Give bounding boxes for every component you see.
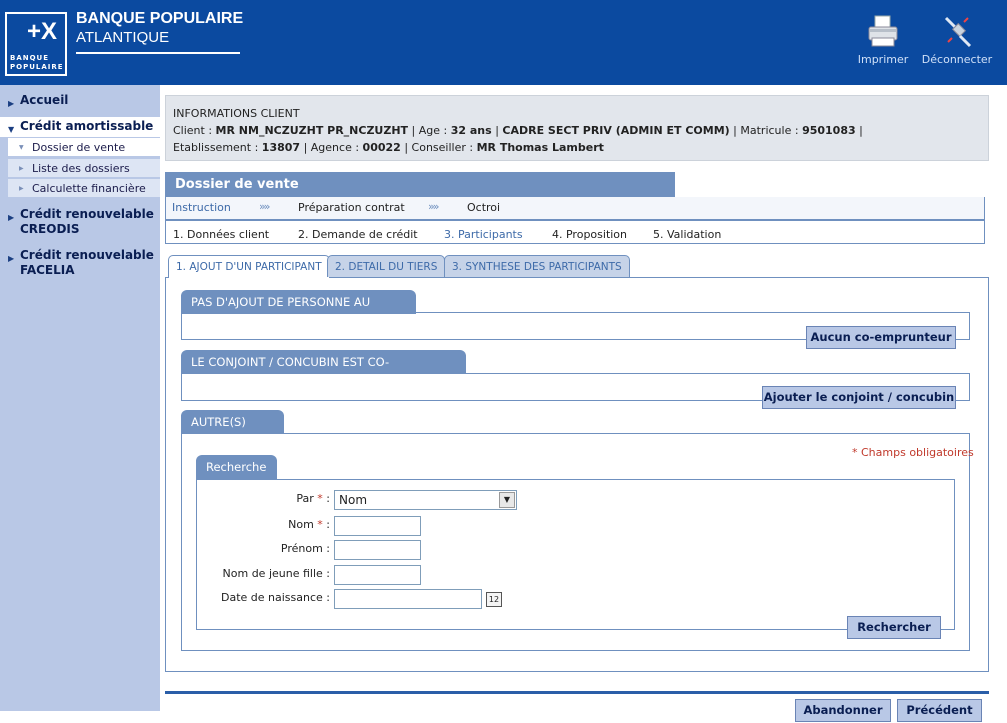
tab-detail-tiers[interactable]: 2. DETAIL DU TIERS [327,255,446,277]
conseiller-label: | Conseiller : [400,141,477,154]
sidebar-item-label: CREODIS [20,222,80,236]
jeune-fille-label: Nom de jeune fille : [222,567,330,580]
step-bar: 1. Données client 2. Demande de crédit 3… [165,220,985,244]
phase-instruction[interactable]: Instruction [172,201,231,214]
double-chevron-icon: »» [428,200,440,213]
job-value: CADRE SECT PRIV (ADMIN ET COMM) [502,124,730,137]
logout-button[interactable]: Déconnecter [920,14,994,66]
client-info-line1: Client : MR NM_NCZUZHT PR_NCZUZHT | Age … [173,124,863,137]
bank-logo[interactable]: +X BANQUE POPULAIRE [5,12,67,76]
triangle-down-icon: ▼ [8,125,15,134]
logo-text: BANQUE POPULAIRE [10,54,64,71]
phase-octroi[interactable]: Octroi [467,201,500,214]
brand-name: BANQUE POPULAIRE [76,10,244,27]
nom-label: Nom * : [288,518,330,531]
par-label-text: Par [296,492,314,505]
client-info-line2: Etablissement : 13807 | Agence : 00022 |… [173,139,981,156]
matricule-label: | Matricule : [729,124,803,137]
agence-value: 00022 [362,141,401,154]
prenom-input[interactable] [334,540,421,560]
prenom-label: Prénom : [280,542,330,555]
phase-bar: Instruction »» Préparation contrat »» Oc… [165,197,985,220]
required-note: * Champs obligatoires [852,446,974,459]
nom-label-text: Nom [288,518,314,531]
tab-synthese-participants[interactable]: 3. SYNTHESE DES PARTICIPANTS [444,255,630,277]
conseiller-value: MR Thomas Lambert [476,141,604,154]
brand-region: ATLANTIQUE [76,29,170,46]
par-select-value: Nom [339,493,368,507]
step-participants[interactable]: 3. Participants [444,228,523,241]
etab-value: 13807 [261,141,301,154]
sidebar-item-label: Crédit renouvelable [20,248,154,262]
triangle-right-icon: ▶ [19,165,24,172]
others-title: AUTRE(S) TIERS [181,410,284,453]
required-star: * [317,492,323,505]
previous-button[interactable]: Précédent [897,699,982,722]
sidebar-item-label: Crédit renouvelable [20,207,154,221]
chevron-down-icon[interactable]: ▼ [499,492,515,508]
age-value: 32 ans [450,124,492,137]
client-label: Client : [173,124,216,137]
print-label: Imprimer [857,53,909,66]
jeune-fille-input[interactable] [334,565,421,585]
client-info-title: INFORMATIONS CLIENT [173,107,300,120]
calendar-icon[interactable]: 12 [486,592,502,607]
sidebar-item-accueil[interactable]: ▶ Accueil [0,93,160,111]
printer-icon [868,15,898,47]
nom-input[interactable] [334,516,421,536]
triangle-right-icon: ▶ [19,185,24,192]
matricule-value: 9501083 [802,124,856,137]
search-title: Recherche [196,455,277,479]
par-select[interactable]: Nom ▼ [334,490,517,510]
abandon-button[interactable]: Abandonner [795,699,891,722]
no-person-title: PAS D'AJOUT DE PERSONNE AU DOSSIER [181,290,416,333]
no-coborrower-button[interactable]: Aucun co-emprunteur [806,326,956,349]
brand-underline [76,52,240,54]
sidebar-item-label: Crédit amortissable [20,119,154,133]
phase-preparation[interactable]: Préparation contrat [298,201,405,214]
footer-divider [165,691,989,694]
sidebar-item-dossier-vente[interactable]: ▼ Dossier de vente [8,138,160,157]
sidebar-item-credit-amortissable[interactable]: ▼ Crédit amortissable [0,117,160,137]
client-info-panel: INFORMATIONS CLIENT Client : MR NM_NCZUZ… [165,95,989,161]
age-label: | Age : [408,124,451,137]
step-proposition[interactable]: 4. Proposition [552,228,627,241]
tab-ajout-participant[interactable]: 1. AJOUT D'UN PARTICIPANT [168,255,330,278]
naissance-label: Date de naissance : [221,591,330,604]
triangle-right-icon: ▶ [8,254,15,263]
app-header: +X BANQUE POPULAIRE BANQUE POPULAIRE ATL… [0,0,1007,85]
spouse-title: LE CONJOINT / CONCUBIN EST CO-EMPRUNTEUR [181,350,466,393]
triangle-right-icon: ▶ [8,213,15,222]
triangle-down-icon: ▼ [19,144,24,151]
triangle-right-icon: ▶ [8,99,15,108]
logout-label: Déconnecter [921,53,993,66]
disconnect-icon [944,16,972,48]
sidebar-item-liste-dossiers[interactable]: ▶ Liste des dossiers [8,159,160,178]
add-spouse-button[interactable]: Ajouter le conjoint / concubin [762,386,956,409]
sidebar-item-label: Accueil [20,93,69,107]
agence-label: | Agence : [300,141,363,154]
double-chevron-icon: »» [259,200,271,213]
page-title: Dossier de vente [165,172,675,197]
logo-mark: +X [27,18,58,45]
sidebar-item-facelia[interactable]: ▶ Crédit renouvelable FACELIA [0,248,160,280]
search-button[interactable]: Rechercher [847,616,941,639]
step-donnees-client[interactable]: 1. Données client [173,228,269,241]
naissance-input[interactable] [334,589,482,609]
sidebar-item-label: Dossier de vente [32,141,126,154]
sidebar-item-calculette[interactable]: ▶ Calculette financière [8,179,160,198]
client-value: MR NM_NCZUZHT PR_NCZUZHT [215,124,409,137]
print-button[interactable]: Imprimer [857,14,909,66]
par-label: Par * : [296,492,330,505]
sidebar-item-label: Liste des dossiers [32,162,130,175]
step-demande-credit[interactable]: 2. Demande de crédit [298,228,418,241]
etab-label: Etablissement : [173,141,262,154]
sidebar-item-creodis[interactable]: ▶ Crédit renouvelable CREODIS [0,207,160,239]
required-star: * [317,518,323,531]
sidebar-item-label: FACELIA [20,263,75,277]
step-validation[interactable]: 5. Validation [653,228,721,241]
sidebar-item-label: Calculette financière [32,182,146,195]
